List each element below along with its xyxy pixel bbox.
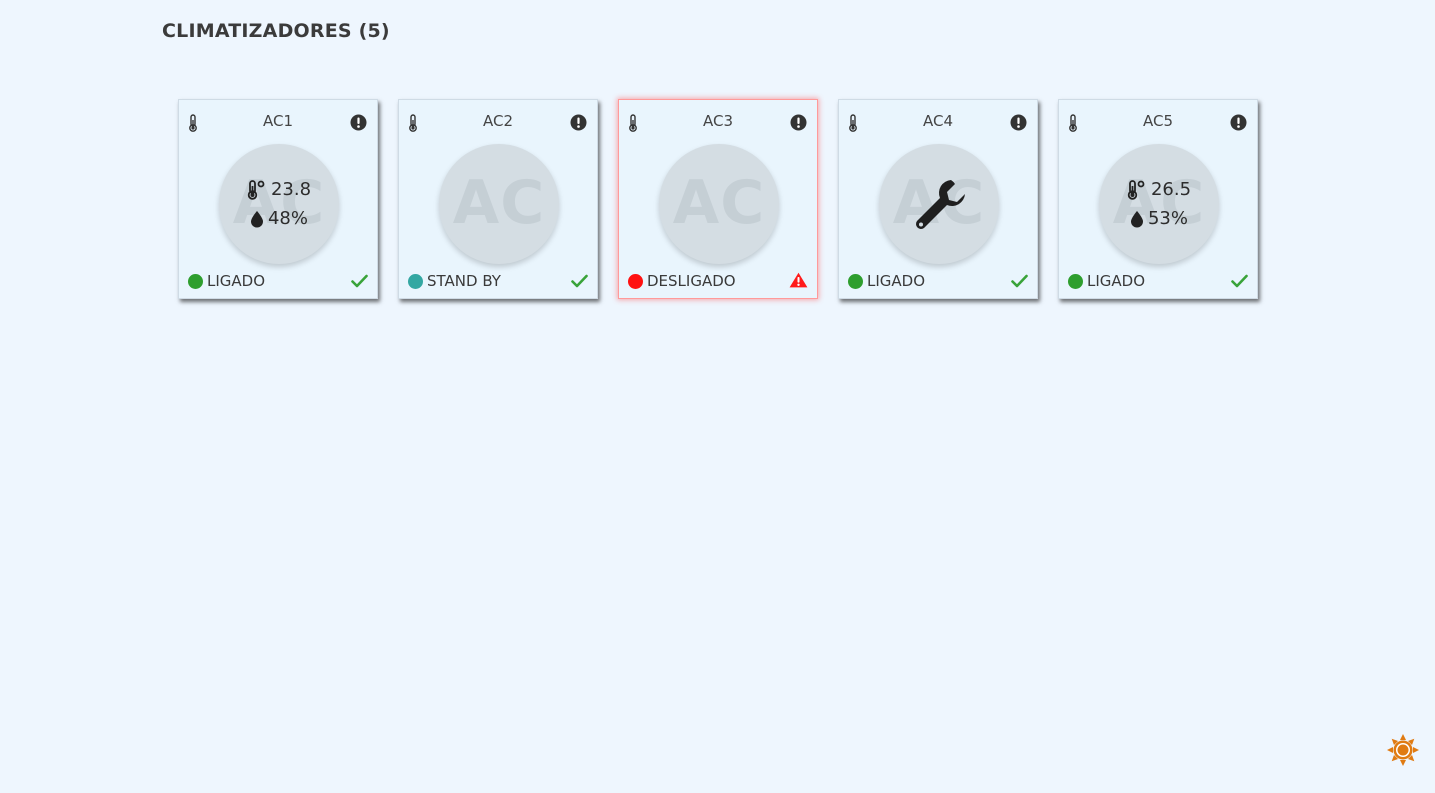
status-dot — [1068, 273, 1083, 289]
thermometer-icon — [247, 179, 265, 200]
check-icon — [571, 274, 588, 288]
ac-display-circle: AC — [659, 144, 779, 264]
info-icon[interactable] — [790, 114, 807, 131]
ac-card-ac3[interactable]: AC3 AC DESLIGADO — [618, 99, 818, 299]
humidity-value: 53% — [1147, 208, 1188, 229]
status-indicator: LIGADO — [1068, 272, 1145, 290]
temperature-value: 23.8 — [270, 179, 312, 200]
info-icon[interactable] — [1230, 114, 1247, 131]
ac-display-circle: AC — [439, 144, 559, 264]
check-icon — [1231, 274, 1248, 288]
ac-display-circle: AC 23.8 48% — [219, 144, 339, 264]
status-label: LIGADO — [867, 272, 926, 290]
droplet-icon — [1130, 210, 1143, 227]
ac-display-circle: AC — [879, 144, 999, 264]
card-title: AC4 — [922, 112, 953, 130]
ac-watermark: AC — [672, 168, 766, 238]
status-label: DESLIGADO — [647, 272, 736, 290]
temperature-value: 26.5 — [1150, 179, 1192, 200]
status-indicator: STAND BY — [408, 272, 501, 290]
sun-icon[interactable] — [1387, 734, 1419, 766]
temperature-reading: 23.8 — [219, 175, 339, 204]
status-label: LIGADO — [207, 272, 266, 290]
status-dot — [628, 273, 643, 289]
card-title: AC1 — [262, 112, 293, 130]
ac-display-circle: AC 26.5 53% — [1099, 144, 1219, 264]
ac-watermark: AC — [452, 168, 546, 238]
readings: 23.8 48% — [219, 175, 339, 233]
humidity-reading: 53% — [1099, 204, 1219, 233]
card-title: AC5 — [1142, 112, 1173, 130]
readings: 26.5 53% — [1099, 175, 1219, 233]
temperature-reading: 26.5 — [1099, 175, 1219, 204]
status-indicator: LIGADO — [848, 272, 925, 290]
wrench-icon — [916, 180, 965, 230]
status-indicator: LIGADO — [188, 272, 265, 290]
ac-card-grid: AC1 AC 23.8 48% LIGADO AC2 AC STAND BY A… — [178, 99, 1258, 299]
humidity-value: 48% — [267, 208, 308, 229]
ac-card-ac2[interactable]: AC2 AC STAND BY — [398, 99, 598, 299]
status-indicator: DESLIGADO — [628, 272, 736, 290]
status-label: STAND BY — [427, 272, 501, 290]
status-label: LIGADO — [1087, 272, 1146, 290]
warning-icon — [789, 272, 808, 288]
status-dot — [408, 273, 423, 289]
droplet-icon — [250, 210, 263, 227]
ac-card-ac4[interactable]: AC4 AC LIGADO — [838, 99, 1038, 299]
card-title: AC2 — [482, 112, 513, 130]
check-icon — [1011, 274, 1028, 288]
ac-card-ac5[interactable]: AC5 AC 26.5 53% LIGADO — [1058, 99, 1258, 299]
page-title: CLIMATIZADORES (5) — [162, 20, 390, 42]
info-icon[interactable] — [570, 114, 587, 131]
card-title: AC3 — [702, 112, 733, 130]
info-icon[interactable] — [1010, 114, 1027, 131]
humidity-reading: 48% — [219, 204, 339, 233]
info-icon[interactable] — [350, 114, 367, 131]
thermometer-icon — [1127, 179, 1145, 200]
status-dot — [848, 273, 863, 289]
status-dot — [188, 273, 203, 289]
ac-card-ac1[interactable]: AC1 AC 23.8 48% LIGADO — [178, 99, 378, 299]
check-icon — [351, 274, 368, 288]
